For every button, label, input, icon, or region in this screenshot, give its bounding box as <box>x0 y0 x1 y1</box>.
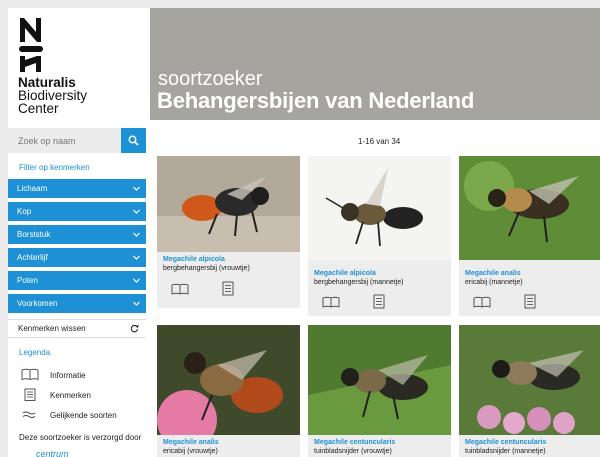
filter-category-lichaam[interactable]: Lichaam <box>8 179 146 198</box>
traits-icon[interactable] <box>523 294 537 309</box>
species-card[interactable]: Megachile centuncularis tuinbladsnijder … <box>308 325 451 457</box>
species-photo <box>157 325 300 435</box>
species-name: Megachile alpicola <box>314 270 376 277</box>
legend-label: Informatie <box>50 371 86 380</box>
species-photo <box>308 325 451 435</box>
clear-filters-label: Kenmerken wissen <box>18 324 86 333</box>
species-photo <box>308 156 451 260</box>
chevron-down-icon <box>133 186 140 191</box>
filter-category-label: Poten <box>17 276 38 285</box>
species-common-name: tuinbladsnijder (mannetje) <box>465 448 546 455</box>
book-icon[interactable] <box>473 296 491 308</box>
traits-icon[interactable] <box>372 294 386 309</box>
clear-filters-button[interactable]: Kenmerken wissen <box>8 319 146 338</box>
species-common-name: ericabij (vrouwtje) <box>163 448 218 455</box>
filter-title: Filter op kenmerken <box>19 163 90 172</box>
species-name: Megachile analis <box>465 270 521 277</box>
species-card[interactable]: Megachile centuncularis tuinbladsnijder … <box>459 325 600 457</box>
book-icon <box>21 368 39 381</box>
naturalis-logo[interactable]: Naturalis Biodiversity Center <box>8 8 150 120</box>
filter-category-poten[interactable]: Poten <box>8 271 146 290</box>
species-photo <box>459 325 600 435</box>
filter-category-label: Borststuk <box>17 230 51 239</box>
species-card[interactable]: Megachile analis ericabij (mannetje) <box>459 156 600 316</box>
species-card[interactable]: Megachile alpicola bergbehangersbij (vro… <box>157 156 300 308</box>
filter-category-label: Achterlijf <box>17 253 48 262</box>
chevron-down-icon <box>133 232 140 237</box>
reset-icon <box>130 324 139 333</box>
book-icon[interactable] <box>322 296 340 308</box>
pagination-info: 1-16 van 34 <box>358 137 401 146</box>
filter-category-label: Kop <box>17 207 32 216</box>
species-common-name: tuinbladsnijder (vrouwtje) <box>314 448 392 455</box>
species-photo <box>459 156 600 260</box>
chevron-down-icon <box>133 255 140 260</box>
legend-title: Legenda <box>19 348 51 357</box>
species-common-name: ericabij (mannetje) <box>465 279 523 286</box>
chevron-down-icon <box>133 209 140 214</box>
species-common-name: bergbehangersbij (vrouwtje) <box>163 265 250 272</box>
filter-category-label: Voorkomen <box>17 299 58 308</box>
filter-category-borststuk[interactable]: Borststuk <box>8 225 146 244</box>
partner-logo[interactable]: centrum <box>36 449 69 457</box>
search-icon <box>128 135 139 146</box>
similar-icon <box>22 411 36 418</box>
naturalis-logo-icon <box>19 18 43 72</box>
species-name: Megachile centuncularis <box>314 439 396 446</box>
chevron-down-icon <box>133 301 140 306</box>
chevron-down-icon <box>133 278 140 283</box>
page-title: Behangersbijen van Nederland <box>157 88 475 113</box>
species-card[interactable]: Megachile analis ericabij (vrouwtje) <box>157 325 300 457</box>
filter-category-voorkomen[interactable]: Voorkomen <box>8 294 146 313</box>
legend-label: Kenmerken <box>50 391 91 400</box>
filter-category-achterlijf[interactable]: Achterlijf <box>8 248 146 267</box>
page-header: soortzoeker Behangersbijen van Nederland <box>150 8 600 120</box>
filter-category-kop[interactable]: Kop <box>8 202 146 221</box>
book-icon[interactable] <box>171 283 189 295</box>
species-name: Megachile centuncularis <box>465 439 547 446</box>
legend-label: Gelijkende soorten <box>50 411 117 420</box>
brand-line-3: Center <box>18 101 59 116</box>
brand-name: Naturalis Biodiversity Center <box>18 76 87 116</box>
traits-icon[interactable] <box>221 281 235 296</box>
species-card[interactable]: Megachile alpicola bergbehangersbij (man… <box>308 156 451 316</box>
filter-category-label: Lichaam <box>17 184 48 193</box>
species-name: Megachile analis <box>163 439 219 446</box>
traits-icon <box>24 388 36 401</box>
credits-text: Deze soortzoeker is verzorgd door <box>19 433 142 442</box>
search-input[interactable] <box>8 128 121 153</box>
species-common-name: bergbehangersbij (mannetje) <box>314 279 404 286</box>
species-name: Megachile alpicola <box>163 256 225 263</box>
search-button[interactable] <box>121 128 146 153</box>
species-photo <box>157 156 300 252</box>
